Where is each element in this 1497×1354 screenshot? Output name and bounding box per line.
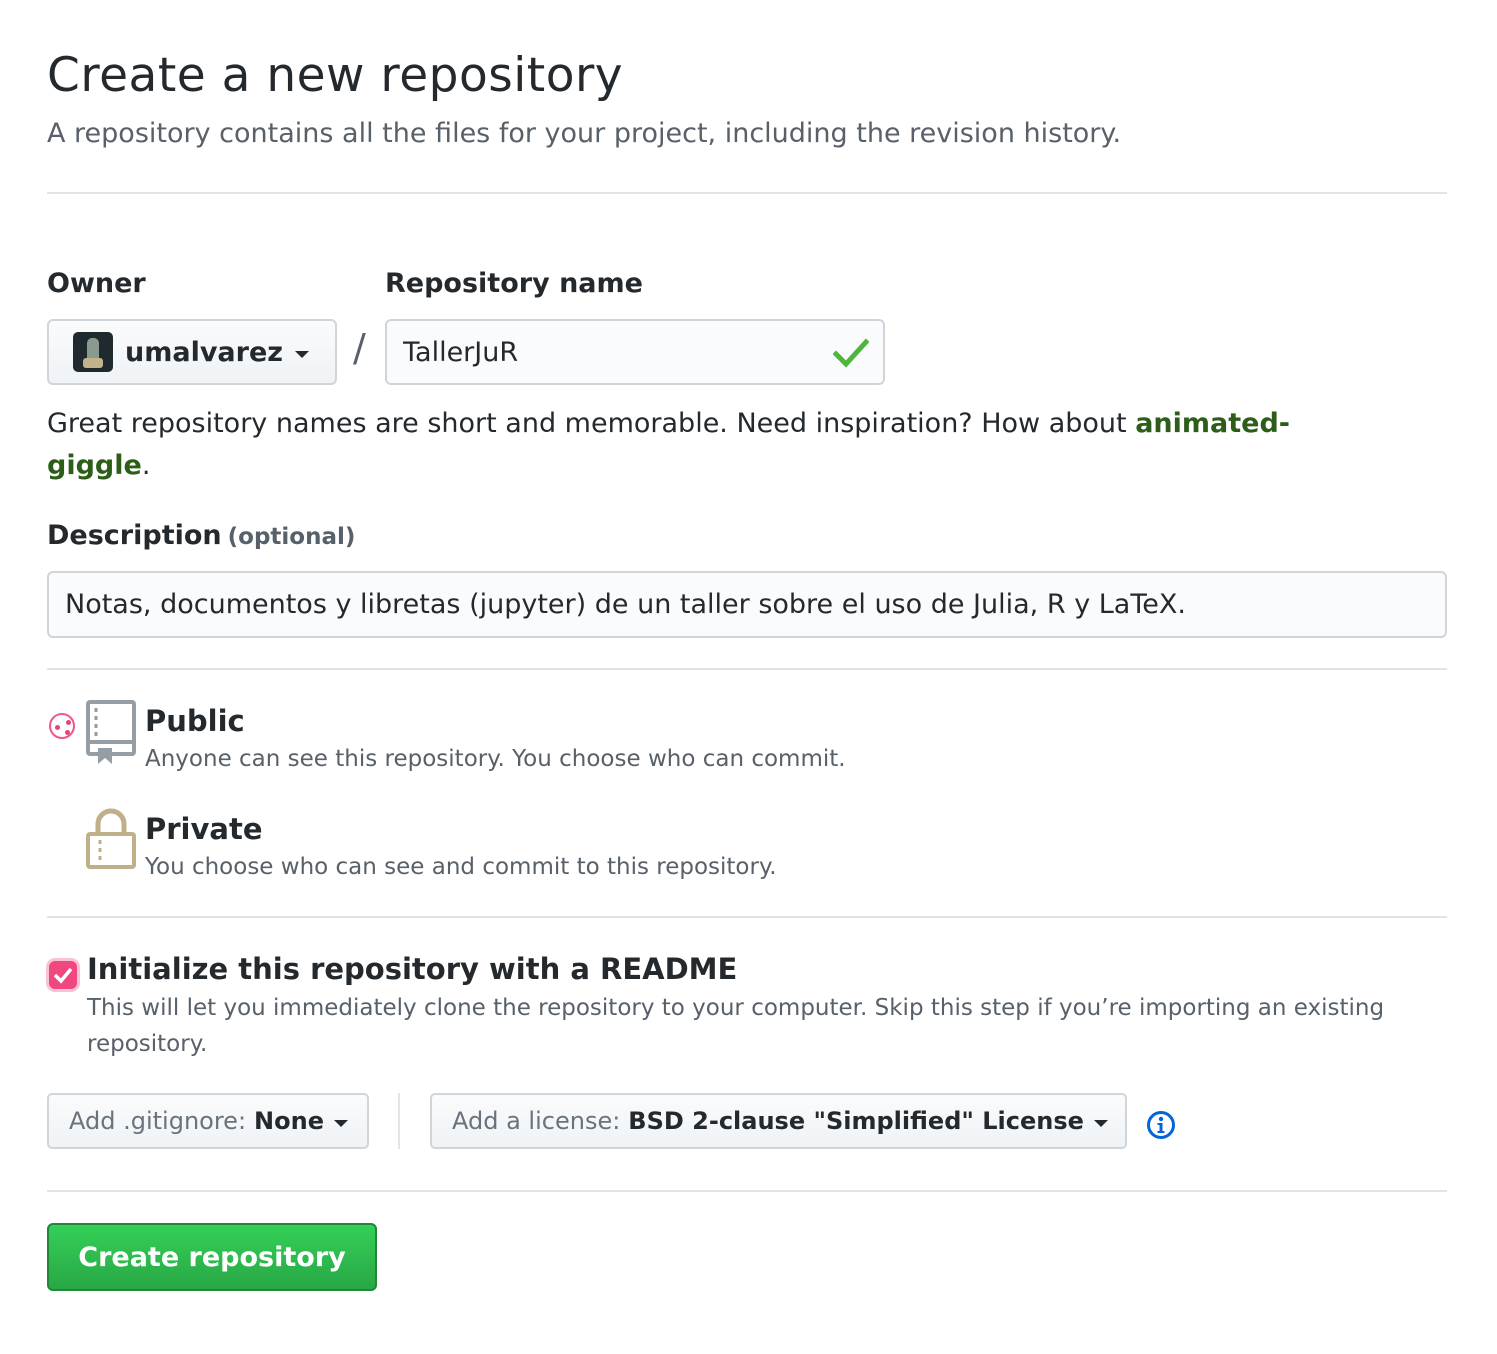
hint-suffix: . [141,450,151,481]
divider [47,1190,1447,1192]
description-label-text: Description [47,520,222,551]
optional-tag: (optional) [227,524,356,550]
license-value: BSD 2-clause "Simplified" License [628,1107,1084,1135]
public-title: Public [145,704,245,738]
public-radio[interactable] [49,713,75,739]
select-separator [398,1093,400,1149]
page-title: Create a new repository [47,48,624,103]
check-icon [833,338,869,368]
gitignore-select[interactable]: Add .gitignore: None [47,1093,369,1149]
caret-down-icon [295,350,309,358]
caret-down-icon [333,1119,348,1127]
owner-label: Owner [47,268,146,299]
divider [47,668,1447,670]
info-icon[interactable] [1146,1110,1176,1140]
hint-text: Great repository names are short and mem… [47,408,1136,439]
description-label: Description (optional) [47,520,355,551]
checkmark-icon [53,967,73,984]
readme-description: This will let you immediately clone the … [87,995,1385,1057]
owner-dropdown[interactable]: umalvarez [47,319,337,385]
gitignore-prefix: Add .gitignore: [69,1107,247,1135]
create-repo-page: Create a new repository A repository con… [0,0,1497,1354]
description-input[interactable] [47,571,1447,638]
page-subtitle: A repository contains all the files for … [47,118,1122,149]
owner-name: umalvarez [125,336,283,368]
repo-name-hint: Great repository names are short and mem… [47,403,1377,487]
divider [47,916,1447,918]
repo-icon [86,700,136,764]
lock-icon [86,808,136,869]
divider [47,192,1447,194]
avatar [73,332,113,372]
public-description: Anyone can see this repository. You choo… [145,746,846,772]
create-repository-button[interactable]: Create repository [47,1223,377,1291]
gitignore-value: None [254,1107,324,1135]
repo-name-input[interactable] [385,319,885,385]
license-prefix: Add a license: [452,1107,621,1135]
readme-checkbox[interactable] [49,961,77,989]
readme-title: Initialize this repository with a README [87,952,738,986]
owner-repo-separator: / [353,326,366,370]
caret-down-icon [1093,1119,1108,1127]
private-description: You choose who can see and commit to thi… [145,854,777,880]
license-select[interactable]: Add a license: BSD 2-clause "Simplified"… [430,1093,1127,1149]
private-title: Private [145,812,263,846]
repo-name-label: Repository name [385,268,643,299]
